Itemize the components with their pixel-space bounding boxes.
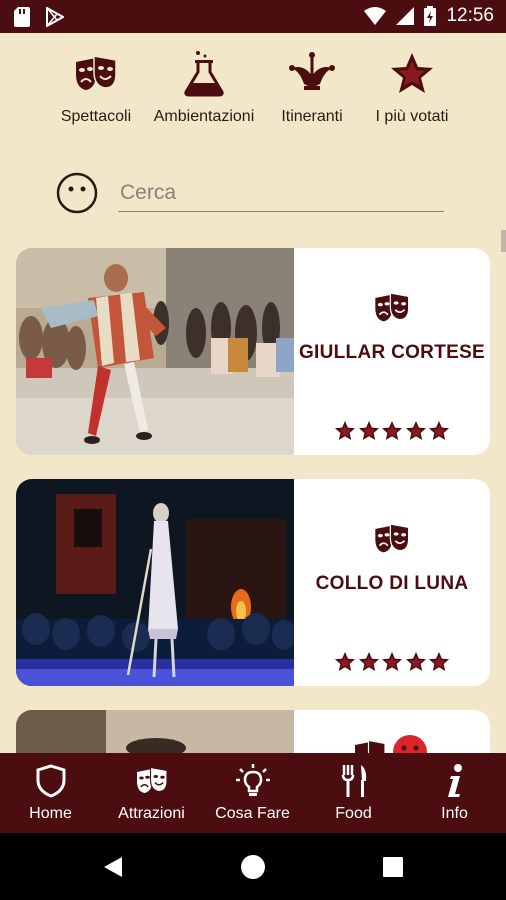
rating-star-icon — [335, 421, 355, 440]
rating-star-icon — [382, 652, 402, 671]
rating-star-icon — [429, 652, 449, 671]
category-label: Ambientazioni — [153, 108, 255, 125]
theater-masks-icon — [375, 523, 410, 553]
nav-label: Home — [29, 805, 72, 822]
rating-star-icon — [335, 652, 355, 671]
flask-icon — [184, 51, 224, 97]
rating-star-icon — [382, 421, 402, 440]
rating-star-icon — [405, 652, 426, 671]
back-button[interactable] — [96, 850, 130, 884]
recents-button[interactable] — [376, 850, 410, 884]
category-label: Itineranti — [281, 108, 343, 125]
status-bar: 12:56 — [0, 0, 506, 33]
attraction-card[interactable]: COLLO DI LUNA — [16, 479, 490, 686]
theater-masks-icon — [375, 292, 410, 322]
theater-masks-icon — [355, 739, 386, 753]
nav-cosa-fare[interactable]: Cosa Fare — [202, 753, 303, 833]
fork-knife-icon — [341, 765, 366, 797]
category-bar: Spettacoli Ambientazioni Itineranti I pi… — [0, 50, 506, 140]
theater-masks-icon — [76, 55, 117, 90]
recents-square-icon — [383, 857, 403, 877]
rating-stars — [334, 651, 450, 673]
battery-icon — [424, 6, 437, 26]
info-icon — [447, 764, 462, 797]
attraction-card[interactable]: GIULLAR CORTESE — [16, 248, 490, 455]
search-input[interactable] — [118, 178, 444, 212]
scrollbar[interactable] — [501, 230, 506, 252]
attraction-title: GIULLAR CORTESE — [298, 342, 486, 363]
system-navigation-bar — [0, 833, 506, 900]
theater-masks-icon — [136, 766, 168, 793]
nav-label: Info — [441, 805, 468, 822]
rating-star-icon — [405, 421, 426, 440]
rating-star-icon — [358, 421, 379, 440]
attraction-list: GIULLAR CORTESE COLLO DI LUNA — [16, 248, 490, 753]
attraction-photo — [16, 248, 294, 455]
play-store-icon — [46, 7, 64, 27]
signal-icon — [396, 7, 415, 25]
attraction-info: COLLO DI LUNA — [294, 479, 490, 686]
sd-card-icon — [14, 7, 30, 27]
neutral-face-icon — [56, 172, 98, 214]
nav-info[interactable]: Info — [404, 753, 505, 833]
rating-star-icon — [429, 421, 449, 440]
category-piu-votati[interactable]: I più votati — [352, 50, 472, 126]
shield-icon — [36, 764, 65, 798]
attraction-photo — [16, 479, 294, 686]
search-bar — [56, 170, 446, 216]
category-spettacoli[interactable]: Spettacoli — [36, 50, 156, 126]
bottom-navigation: Home Attrazioni Cosa Fare Food Info — [0, 753, 506, 833]
rating-star-icon — [358, 652, 379, 671]
status-time: 12:56 — [446, 5, 494, 26]
category-label: Spettacoli — [60, 108, 132, 125]
attraction-photo — [16, 710, 294, 753]
nav-food[interactable]: Food — [303, 753, 404, 833]
nav-home[interactable]: Home — [0, 753, 101, 833]
lightbulb-icon — [235, 764, 270, 796]
nav-label: Attrazioni — [118, 805, 185, 822]
home-circle-icon — [241, 855, 265, 879]
wifi-icon — [364, 7, 387, 25]
attraction-title: COLLO DI LUNA — [315, 573, 469, 594]
attraction-info: GIULLAR CORTESE — [294, 248, 490, 455]
rating-stars — [334, 420, 450, 442]
emoji-face-icon — [393, 735, 427, 753]
attraction-info — [294, 710, 490, 753]
nav-label: Food — [335, 805, 372, 822]
back-triangle-icon — [104, 857, 122, 877]
attraction-card[interactable] — [16, 710, 490, 753]
nav-label: Cosa Fare — [215, 805, 290, 822]
star-icon — [391, 53, 433, 93]
nav-attrazioni[interactable]: Attrazioni — [101, 753, 202, 833]
category-label: I più votati — [375, 108, 449, 125]
category-ambientazioni[interactable]: Ambientazioni — [144, 50, 264, 126]
home-button[interactable] — [236, 850, 270, 884]
jester-hat-icon — [289, 52, 335, 90]
